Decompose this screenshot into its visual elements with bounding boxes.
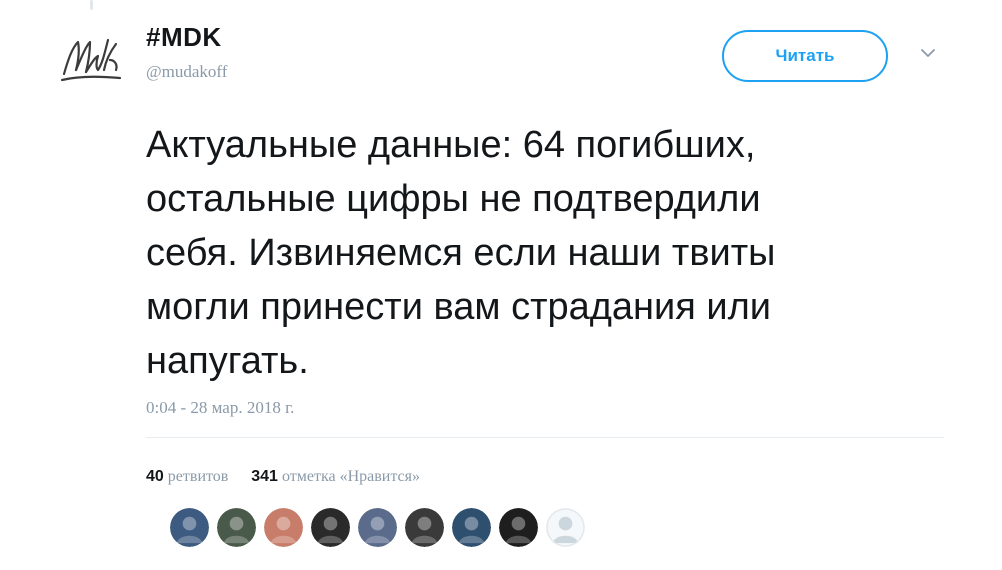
default-avatar-icon[interactable] (546, 508, 585, 547)
user-avatar-icon[interactable] (405, 508, 444, 547)
author-handle[interactable]: @mudakoff (146, 62, 227, 82)
user-avatar-icon[interactable] (264, 508, 303, 547)
user-avatar-icon[interactable] (311, 508, 350, 547)
divider (146, 437, 944, 438)
tweet-text: Актуальные данные: 64 погибших, остальны… (146, 124, 776, 382)
author-display-name[interactable]: #MDK (146, 22, 222, 53)
thread-connector (90, 0, 93, 10)
likes-label: отметка «Нравится» (281, 468, 421, 485)
retweets-label: ретвитов (167, 468, 229, 485)
tweet-stats: 40 ретвитов 341 отметка «Нравится» (146, 468, 420, 486)
likes-stat[interactable]: 341 отметка «Нравится» (251, 468, 420, 485)
user-avatar-icon[interactable] (217, 508, 256, 547)
likes-count: 341 (251, 468, 278, 485)
user-avatar-icon[interactable] (170, 508, 209, 547)
retweets-stat[interactable]: 40 ретвитов (146, 468, 233, 485)
likers-list (170, 508, 585, 548)
tweet-card: #MDK @mudakoff Читать Актуальные данные:… (0, 0, 1002, 570)
chevron-down-icon[interactable] (920, 48, 936, 58)
user-avatar-icon[interactable] (358, 508, 397, 547)
mdk-logo-graphic (60, 38, 122, 82)
user-avatar-icon[interactable] (499, 508, 538, 547)
retweets-count: 40 (146, 468, 164, 485)
mdk-logo-icon[interactable] (58, 30, 124, 86)
follow-button[interactable]: Читать (722, 30, 888, 82)
user-avatar-icon[interactable] (452, 508, 491, 547)
tweet-timestamp[interactable]: 0:04 - 28 мар. 2018 г. (146, 398, 294, 418)
